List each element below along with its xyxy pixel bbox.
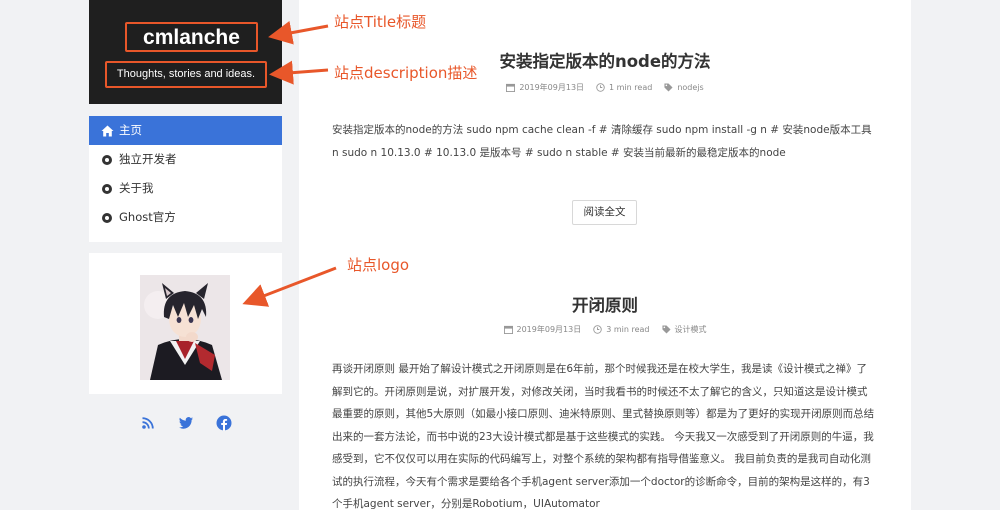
- dot-icon: [100, 182, 114, 196]
- nav-item-label: 主页: [119, 123, 142, 137]
- post-meta: 2019年09月13日 3 min read 设计模式: [299, 324, 911, 335]
- rss-icon[interactable]: [140, 415, 156, 431]
- clock-icon: [593, 325, 602, 334]
- nav-item-label: 独立开发者: [119, 152, 177, 166]
- nav-item-label: Ghost官方: [119, 210, 176, 224]
- post-read-time: 3 min read: [606, 325, 650, 334]
- post-date: 2019年09月13日: [516, 325, 582, 334]
- site-title[interactable]: cmlanche: [125, 22, 258, 52]
- tag-icon: [661, 325, 671, 334]
- home-icon: [100, 124, 114, 138]
- post-title[interactable]: 开闭原则: [299, 292, 911, 316]
- nav-item-ghost[interactable]: Ghost官方: [89, 203, 282, 232]
- post-tag[interactable]: nodejs: [677, 83, 703, 92]
- post-read-time: 1 min read: [609, 83, 653, 92]
- nav-item-about[interactable]: 关于我: [89, 174, 282, 203]
- calendar-icon: [503, 325, 513, 334]
- twitter-icon[interactable]: [178, 415, 194, 431]
- site-logo: [140, 275, 230, 380]
- read-more-button[interactable]: 阅读全文: [572, 200, 637, 225]
- sidebar-nav: 主页 独立开发者 关于我 Ghost官方: [89, 116, 282, 242]
- clock-icon: [596, 83, 605, 92]
- tag-icon: [664, 83, 673, 92]
- post-tag[interactable]: 设计模式: [675, 324, 707, 335]
- annotation-logo: 站点logo: [347, 256, 410, 274]
- post-date: 2019年09月13日: [519, 83, 585, 92]
- nav-item-indie-dev[interactable]: 独立开发者: [89, 145, 282, 174]
- nav-item-home[interactable]: 主页: [89, 116, 282, 145]
- dot-icon: [100, 153, 114, 167]
- post-excerpt: 安装指定版本的node的方法 sudo npm cache clean -f #…: [332, 124, 872, 159]
- annotation-description: 站点description描述: [334, 64, 478, 82]
- post-meta: 2019年09月13日 1 min read nodejs: [299, 82, 911, 93]
- annotation-title: 站点Title标题: [334, 13, 427, 31]
- site-header: cmlanche Thoughts, stories and ideas.: [89, 0, 282, 104]
- site-description: Thoughts, stories and ideas.: [105, 61, 267, 88]
- social-links: [89, 412, 282, 434]
- dot-icon: [100, 211, 114, 225]
- post-excerpt: 再谈开闭原则 最开始了解设计模式之开闭原则是在6年前，那个时候我还是在校大学生，…: [332, 363, 875, 510]
- calendar-icon: [506, 83, 516, 92]
- logo-card: [89, 253, 282, 394]
- facebook-icon[interactable]: [216, 415, 232, 431]
- nav-item-label: 关于我: [119, 181, 154, 195]
